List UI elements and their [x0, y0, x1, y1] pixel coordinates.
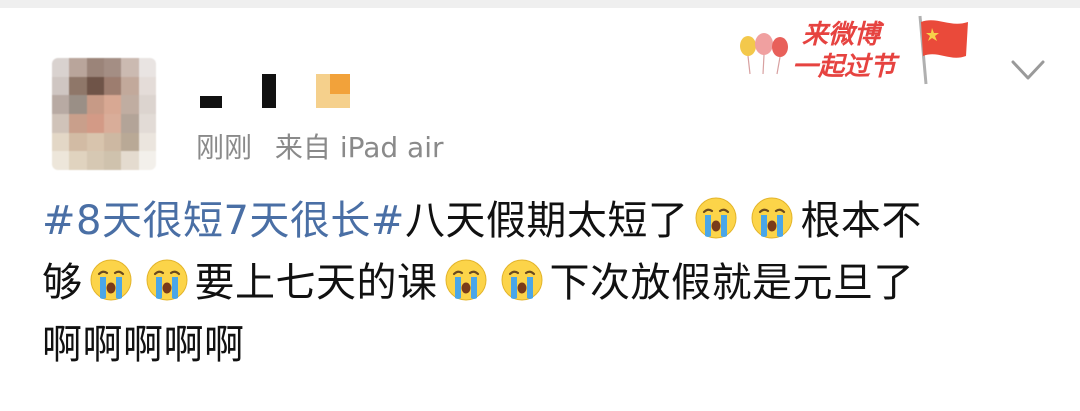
post-source: 来自 iPad air — [274, 131, 444, 164]
chevron-down-icon[interactable] — [1010, 58, 1046, 84]
crying-face-icon — [90, 259, 131, 301]
avatar[interactable] — [52, 58, 156, 170]
content-text: 八天假期太短了 — [404, 198, 689, 244]
content-text: 根本不 — [800, 198, 922, 244]
content-text: 下次放假就是元旦了 — [549, 260, 914, 306]
post-content: #8天很短7天很长#八天假期太短了 根本不 够 要上七天的课 下次放假就是元旦了 啊啊… — [42, 190, 1042, 376]
content-text: 够 — [42, 260, 83, 306]
post-time: 刚刚 — [196, 131, 253, 164]
content-line-3: 啊啊啊啊啊 — [42, 314, 1042, 376]
top-divider — [0, 0, 1080, 8]
post-meta: 刚刚 来自 iPad air — [196, 126, 458, 166]
holiday-badge[interactable]: 来微博 一起过节 — [736, 14, 972, 94]
content-line-1: #8天很短7天很长#八天假期太短了 根本不 — [42, 190, 1042, 252]
content-text: 啊啊啊啊啊 — [42, 322, 245, 368]
content-line-2: 够 要上七天的课 下次放假就是元旦了 — [42, 252, 1042, 314]
crying-face-icon — [445, 259, 486, 301]
flag-icon — [918, 15, 968, 85]
badge-line-2: 一起过节 — [792, 52, 897, 82]
content-text: 要上七天的课 — [194, 260, 438, 306]
crying-face-icon — [695, 197, 737, 239]
topic-link[interactable]: #8天很短7天很长# — [42, 198, 405, 244]
crying-face-icon — [751, 197, 793, 239]
crying-face-icon — [146, 259, 187, 301]
nickname-redacted[interactable] — [200, 96, 222, 108]
nickname-redacted — [330, 74, 350, 94]
badge-line-1: 来微博 — [802, 20, 881, 50]
crying-face-icon — [501, 259, 542, 301]
nickname-redacted[interactable] — [262, 74, 276, 108]
